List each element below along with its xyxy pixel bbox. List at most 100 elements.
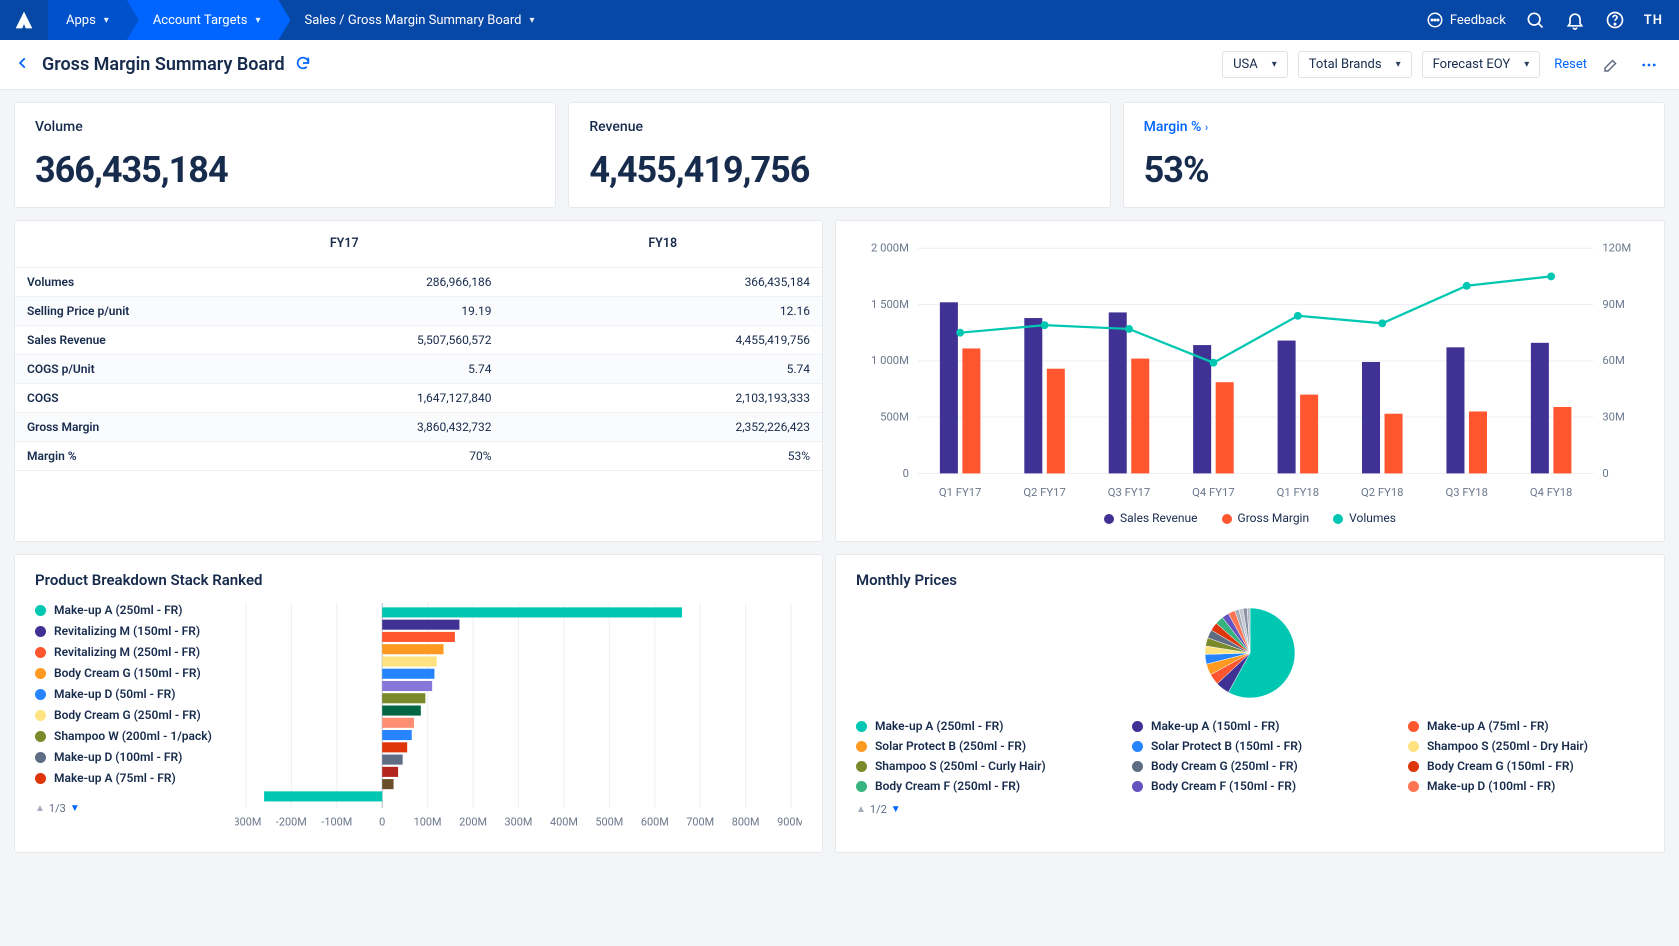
filter-scenario[interactable]: Forecast EOY▾ [1422, 51, 1541, 78]
ranked-chart-svg[interactable]: -300M-200M-100M0100M200M300M400M500M600M… [235, 603, 802, 832]
legend-item[interactable]: Make-up D (50ml - FR) [35, 687, 225, 701]
nav-apps[interactable]: Apps ▾ [48, 0, 127, 40]
chevron-down-icon: ▾ [1272, 59, 1277, 70]
chevron-down-icon: ▾ [255, 15, 260, 26]
legend-item[interactable]: Body Cream G (250ml - FR) [1132, 759, 1368, 773]
legend-item[interactable]: Gross Margin [1222, 511, 1310, 525]
table-row[interactable]: COGS p/Unit 5.74 5.74 [15, 354, 822, 383]
svg-text:Q2 FY17: Q2 FY17 [1023, 486, 1065, 499]
ranked-legend: Make-up A (250ml - FR) Revitalizing M (15… [35, 603, 225, 836]
legend-item[interactable]: Revitalizing M (150ml - FR) [35, 624, 225, 638]
table-row[interactable]: COGS 1,647,127,840 2,103,193,333 [15, 383, 822, 412]
row-fy17: 3,860,432,732 [185, 412, 503, 441]
row-label: COGS p/Unit [15, 354, 185, 383]
svg-text:-200M: -200M [276, 816, 307, 829]
help-icon[interactable] [1604, 9, 1626, 31]
kpi-margin-label[interactable]: Margin % › [1144, 119, 1644, 135]
feedback-button[interactable]: Feedback [1426, 11, 1506, 29]
table-header [15, 221, 185, 267]
legend-item[interactable]: Body Cream G (150ml - FR) [1408, 759, 1644, 773]
quarterly-combo-chart[interactable]: 00500M30M1 000M60M1 500M90M2 000M120MQ1 … [835, 220, 1665, 542]
legend-item[interactable]: Make-up D (100ml - FR) [1408, 779, 1644, 793]
filter-bar: USA▾ Total Brands▾ Forecast EOY▾ Reset [1222, 51, 1663, 79]
kpi-revenue[interactable]: Revenue 4,455,419,756 [568, 102, 1110, 208]
row-fy18: 2,103,193,333 [503, 383, 822, 412]
summary-table-card: FY17FY18 Volumes 286,966,186 366,435,184… [14, 220, 823, 542]
user-avatar[interactable]: TH [1644, 13, 1663, 28]
svg-text:Q4 FY18: Q4 FY18 [1530, 486, 1572, 499]
legend-item[interactable]: Shampoo S (250ml - Curly Hair) [856, 759, 1092, 773]
legend-item[interactable]: Make-up A (250ml - FR) [856, 719, 1092, 733]
table-header: FY17 [185, 221, 503, 267]
svg-text:120M: 120M [1602, 242, 1631, 255]
svg-text:0: 0 [1602, 467, 1608, 480]
svg-text:0: 0 [379, 816, 385, 829]
legend-item[interactable]: Volumes [1333, 511, 1396, 525]
pager-prev-icon[interactable]: ▲ [856, 804, 866, 815]
legend-item[interactable]: Shampoo S (250ml - Dry Hair) [1408, 739, 1644, 753]
filter-region[interactable]: USA▾ [1222, 51, 1288, 78]
row-fy17: 5.74 [185, 354, 503, 383]
notifications-icon[interactable] [1564, 9, 1586, 31]
kpi-volume[interactable]: Volume 366,435,184 [14, 102, 556, 208]
pager-next-icon[interactable]: ▼ [891, 804, 901, 815]
edit-icon[interactable] [1597, 51, 1625, 79]
table-row[interactable]: Sales Revenue 5,507,560,572 4,455,419,75… [15, 325, 822, 354]
svg-text:90M: 90M [1602, 298, 1624, 311]
kpi-volume-value: 366,435,184 [35, 149, 535, 191]
kpi-margin[interactable]: Margin % › 53% [1123, 102, 1665, 208]
ranked-title: Product Breakdown Stack Ranked [35, 571, 802, 589]
sync-icon[interactable] [295, 55, 311, 75]
svg-text:300M: 300M [505, 816, 533, 829]
legend-item[interactable]: Body Cream G (250ml - FR) [35, 708, 225, 722]
svg-text:2 000M: 2 000M [871, 242, 909, 255]
svg-text:1 500M: 1 500M [871, 298, 909, 311]
pie-chart-svg[interactable] [1180, 603, 1320, 703]
legend-item[interactable]: Body Cream G (150ml - FR) [35, 666, 225, 680]
ranked-card: Product Breakdown Stack Ranked Make-up A… [14, 554, 823, 853]
ranked-pager[interactable]: ▲1/3▼ [35, 802, 225, 815]
svg-text:900M: 900M [777, 816, 802, 829]
svg-text:-100M: -100M [321, 816, 352, 829]
nav-account-targets[interactable]: Account Targets ▾ [127, 0, 279, 40]
row-label: Sales Revenue [15, 325, 185, 354]
pager-next-icon[interactable]: ▼ [70, 803, 80, 814]
table-row[interactable]: Gross Margin 3,860,432,732 2,352,226,423 [15, 412, 822, 441]
table-row[interactable]: Volumes 286,966,186 366,435,184 [15, 267, 822, 296]
svg-text:500M: 500M [880, 410, 909, 423]
legend-item[interactable]: Make-up D (100ml - FR) [35, 750, 225, 764]
table-row[interactable]: Margin % 70% 53% [15, 441, 822, 470]
row-label: Margin % [15, 441, 185, 470]
legend-item[interactable]: Revitalizing M (250ml - FR) [35, 645, 225, 659]
legend-item[interactable]: Body Cream F (150ml - FR) [1132, 779, 1368, 793]
svg-text:Q2 FY18: Q2 FY18 [1361, 486, 1403, 499]
legend-item[interactable]: Make-up A (150ml - FR) [1132, 719, 1368, 733]
legend-item[interactable]: Solar Protect B (150ml - FR) [1132, 739, 1368, 753]
kpi-volume-label: Volume [35, 119, 535, 135]
svg-text:800M: 800M [732, 816, 760, 829]
back-button[interactable] [16, 55, 30, 74]
more-icon[interactable] [1635, 51, 1663, 79]
legend-item[interactable]: Shampoo W (200ml - 1/pack) [35, 729, 225, 743]
nav-board-label: Sales / Gross Margin Summary Board [304, 13, 521, 28]
table-row[interactable]: Selling Price p/unit 19.19 12.16 [15, 296, 822, 325]
legend-item[interactable]: Make-up A (75ml - FR) [35, 771, 225, 785]
row-label: COGS [15, 383, 185, 412]
svg-text:500M: 500M [595, 816, 623, 829]
svg-text:Q4 FY17: Q4 FY17 [1192, 486, 1234, 499]
legend-item[interactable]: Make-up A (75ml - FR) [1408, 719, 1644, 733]
filter-brand[interactable]: Total Brands▾ [1298, 51, 1412, 78]
app-logo[interactable] [0, 0, 48, 40]
legend-item[interactable]: Make-up A (250ml - FR) [35, 603, 225, 617]
pie-title: Monthly Prices [856, 571, 1644, 589]
legend-item[interactable]: Sales Revenue [1104, 511, 1198, 525]
global-nav: Apps ▾ Account Targets ▾ Sales / Gross M… [0, 0, 1679, 40]
pie-pager[interactable]: ▲ 1/2 ▼ [856, 803, 901, 816]
pager-prev-icon[interactable]: ▲ [35, 803, 45, 814]
legend-item[interactable]: Body Cream F (250ml - FR) [856, 779, 1092, 793]
legend-item[interactable]: Solar Protect B (250ml - FR) [856, 739, 1092, 753]
reset-filters[interactable]: Reset [1554, 57, 1587, 72]
search-icon[interactable] [1524, 9, 1546, 31]
svg-text:30M: 30M [1602, 410, 1624, 423]
nav-board[interactable]: Sales / Gross Margin Summary Board ▾ [278, 0, 552, 40]
